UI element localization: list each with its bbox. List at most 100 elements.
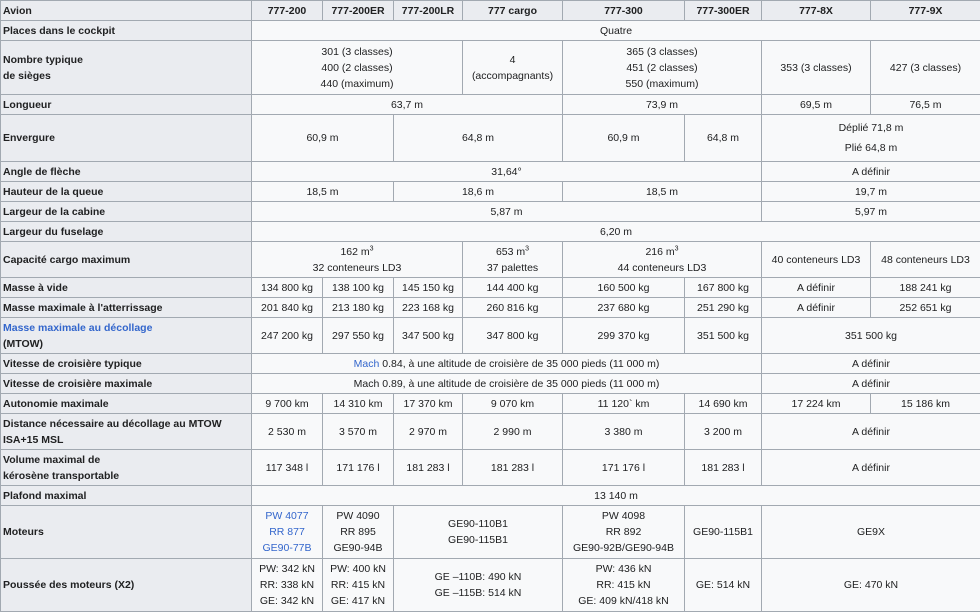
cell-line: 4	[510, 54, 516, 66]
row-label: Hauteur de la queue	[1, 182, 252, 202]
row-label: Nombre typique de sièges	[1, 41, 252, 95]
row-label: Autonomie maximale	[1, 394, 252, 414]
row-label-line: de sièges	[3, 70, 51, 82]
boeing-777-spec-table: Avion 777-200 777-200ER 777-200LR 777 ca…	[0, 0, 980, 612]
row-label: Volume maximal de kérosène transportable	[1, 450, 252, 486]
table-cell: 117 348 l	[252, 450, 323, 486]
table-cell: 48 conteneurs LD3	[871, 242, 980, 278]
row-label: Vitesse de croisière typique	[1, 354, 252, 374]
row-label: Plafond maximal	[1, 486, 252, 506]
cell-line: Plié 64,8 m	[845, 142, 898, 154]
table-cell: 9 700 km	[252, 394, 323, 414]
table-cell: 2 970 m	[394, 414, 463, 450]
cell-line: Déplié 71,8 m	[839, 122, 904, 134]
superscript: 3	[370, 245, 374, 252]
table-cell: 351 500 kg	[762, 318, 980, 354]
table-cell: 31,64°	[252, 162, 762, 182]
table-cell: 13 140 m	[252, 486, 980, 506]
table-row: Masse maximale au décollage (MTOW) 247 2…	[1, 318, 980, 354]
cell-line: RR 892	[606, 526, 642, 538]
table-cell: 18,6 m	[394, 182, 563, 202]
table-cell: 260 816 kg	[463, 298, 563, 318]
table-row: Largeur de la cabine 5,87 m 5,97 m	[1, 202, 980, 222]
table-cell: 213 180 kg	[323, 298, 394, 318]
cell-line: GE90-115B1	[448, 534, 508, 546]
engine-link[interactable]: GE90-77B	[262, 542, 311, 554]
row-label: Envergure	[1, 115, 252, 162]
cell-line: RR: 415 kN	[596, 579, 650, 591]
cell-line: 440 (maximum)	[321, 78, 394, 90]
cell-line: PW: 436 kN	[596, 563, 652, 575]
row-label: Poussée des moteurs (X2)	[1, 559, 252, 612]
cell-line: 216 m	[645, 246, 674, 258]
table-row: Autonomie maximale 9 700 km 14 310 km 17…	[1, 394, 980, 414]
cell-line: 44 conteneurs LD3	[618, 262, 707, 274]
table-row: Nombre typique de sièges 301 (3 classes)…	[1, 41, 980, 95]
row-label: Angle de flèche	[1, 162, 252, 182]
table-cell: A définir	[762, 450, 980, 486]
row-label: Moteurs	[1, 506, 252, 559]
row-label-line: ISA+15 MSL	[3, 434, 63, 446]
table-cell: 3 200 m	[685, 414, 762, 450]
cell-line: 37 palettes	[487, 262, 538, 274]
table-row: Capacité cargo maximum 162 m3 32 contene…	[1, 242, 980, 278]
table-cell: 3 380 m	[563, 414, 685, 450]
table-cell: 181 283 l	[685, 450, 762, 486]
row-label: Masse maximale à l'atterrissage	[1, 298, 252, 318]
cell-line: GE90-110B1	[448, 518, 508, 530]
engine-link[interactable]: PW 4077	[265, 510, 308, 522]
header-row: Avion 777-200 777-200ER 777-200LR 777 ca…	[1, 1, 980, 21]
table-cell: A définir	[762, 414, 980, 450]
table-cell: Mach 0.84, à une altitude de croisière d…	[252, 354, 762, 374]
table-cell: 14 310 km	[323, 394, 394, 414]
table-cell: 365 (3 classes) 451 (2 classes) 550 (max…	[563, 41, 762, 95]
row-label: Vitesse de croisière maximale	[1, 374, 252, 394]
table-cell: 5,87 m	[252, 202, 762, 222]
table-cell: 171 176 l	[563, 450, 685, 486]
table-cell: GE: 514 kN	[685, 559, 762, 612]
table-cell: 14 690 km	[685, 394, 762, 414]
cell-line: PW 4090	[336, 510, 379, 522]
cell-line: PW: 342 kN	[259, 563, 315, 575]
table-cell: 19,7 m	[762, 182, 980, 202]
table-cell: 2 990 m	[463, 414, 563, 450]
table-cell: A définir	[762, 162, 980, 182]
table-row: Masse à vide 134 800 kg 138 100 kg 145 1…	[1, 278, 980, 298]
table-cell: 64,8 m	[394, 115, 563, 162]
table-cell: 60,9 m	[563, 115, 685, 162]
table-cell: PW 4090 RR 895 GE90-94B	[323, 506, 394, 559]
row-label: Distance nécessaire au décollage au MTOW…	[1, 414, 252, 450]
table-cell: A définir	[762, 354, 980, 374]
table-cell: 216 m3 44 conteneurs LD3	[563, 242, 762, 278]
cell-line: RR: 338 kN	[260, 579, 314, 591]
table-cell: PW 4098 RR 892 GE90-92B/GE90-94B	[563, 506, 685, 559]
cell-line: GE: 409 kN/418 kN	[578, 595, 668, 607]
row-label: Masse maximale au décollage (MTOW)	[1, 318, 252, 354]
table-row: Moteurs PW 4077 RR 877 GE90-77B PW 4090 …	[1, 506, 980, 559]
table-cell: 2 530 m	[252, 414, 323, 450]
row-label: Places dans le cockpit	[1, 21, 252, 41]
table-cell: 201 840 kg	[252, 298, 323, 318]
table-row: Masse maximale à l'atterrissage 201 840 …	[1, 298, 980, 318]
table-cell: 6,20 m	[252, 222, 980, 242]
model-header: 777-8X	[762, 1, 871, 21]
table-cell: 134 800 kg	[252, 278, 323, 298]
superscript: 3	[675, 245, 679, 252]
table-row: Angle de flèche 31,64° A définir	[1, 162, 980, 182]
table-cell: 4 (accompagnants)	[463, 41, 563, 95]
mach-link[interactable]: Mach	[354, 358, 380, 370]
cell-line: 550 (maximum)	[626, 78, 699, 90]
mtow-link[interactable]: Masse maximale au décollage	[3, 322, 152, 334]
table-cell: PW 4077 RR 877 GE90-77B	[252, 506, 323, 559]
superscript: 3	[525, 245, 529, 252]
engine-link[interactable]: RR 877	[269, 526, 305, 538]
table-cell: 351 500 kg	[685, 318, 762, 354]
table-cell: 427 (3 classes)	[871, 41, 980, 95]
table-cell: 64,8 m	[685, 115, 762, 162]
cell-line: 301 (3 classes)	[321, 46, 392, 58]
cell-line: RR 895	[340, 526, 376, 538]
row-label: Largeur du fuselage	[1, 222, 252, 242]
table-cell: A définir	[762, 278, 871, 298]
table-cell: 162 m3 32 conteneurs LD3	[252, 242, 463, 278]
cell-line: PW: 400 kN	[330, 563, 386, 575]
